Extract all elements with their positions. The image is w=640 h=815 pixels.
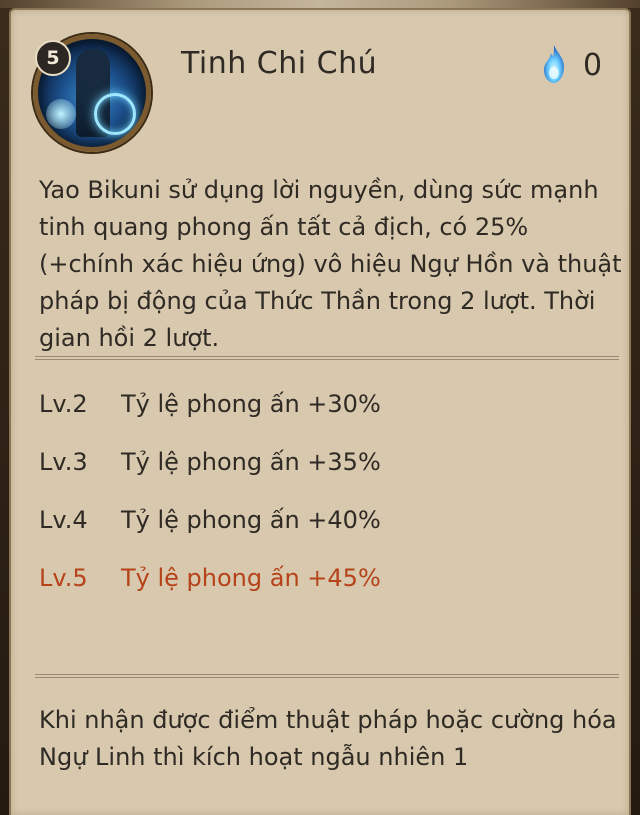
level-upgrade-list: Lv.2 Tỷ lệ phong ấn +30% Lv.3 Tỷ lệ phon… (39, 390, 381, 622)
orb-glow (46, 99, 76, 129)
skill-footer-text: Khi nhận được điểm thuật pháp hoặc cường… (39, 706, 617, 771)
level-effect: Tỷ lệ phong ấn +45% (121, 564, 381, 592)
skill-tooltip-panel: 5 Tinh Chi Chú 0 Yao Bikuni sử dụng lời … (9, 8, 631, 815)
level-label: Lv.3 (39, 448, 88, 476)
skill-tooltip-frame: 5 Tinh Chi Chú 0 Yao Bikuni sử dụng lời … (0, 0, 640, 815)
skill-description: Yao Bikuni sử dụng lời nguyền, dùng sức … (39, 176, 622, 352)
starlight-ring (94, 93, 136, 135)
level-label: Lv.4 (39, 506, 88, 534)
level-row-current: Lv.5 Tỷ lệ phong ấn +45% (39, 564, 381, 622)
frame-top-edge (0, 0, 640, 8)
level-row: Lv.3 Tỷ lệ phong ấn +35% (39, 448, 381, 506)
level-effect: Tỷ lệ phong ấn +40% (121, 506, 381, 534)
section-divider (35, 356, 619, 360)
level-effect: Tỷ lệ phong ấn +30% (121, 390, 381, 418)
skill-cost-value: 0 (583, 48, 603, 83)
level-row: Lv.4 Tỷ lệ phong ấn +40% (39, 506, 381, 564)
level-effect: Tỷ lệ phong ấn +35% (121, 448, 381, 476)
level-label: Lv.2 (39, 390, 88, 418)
blue-soul-flame-icon (544, 45, 565, 83)
section-divider (35, 674, 619, 678)
level-label: Lv.5 (39, 564, 88, 592)
skill-title: Tinh Chi Chú (181, 46, 378, 81)
skill-level-badge: 5 (35, 40, 71, 76)
level-row: Lv.2 Tỷ lệ phong ấn +30% (39, 390, 381, 448)
